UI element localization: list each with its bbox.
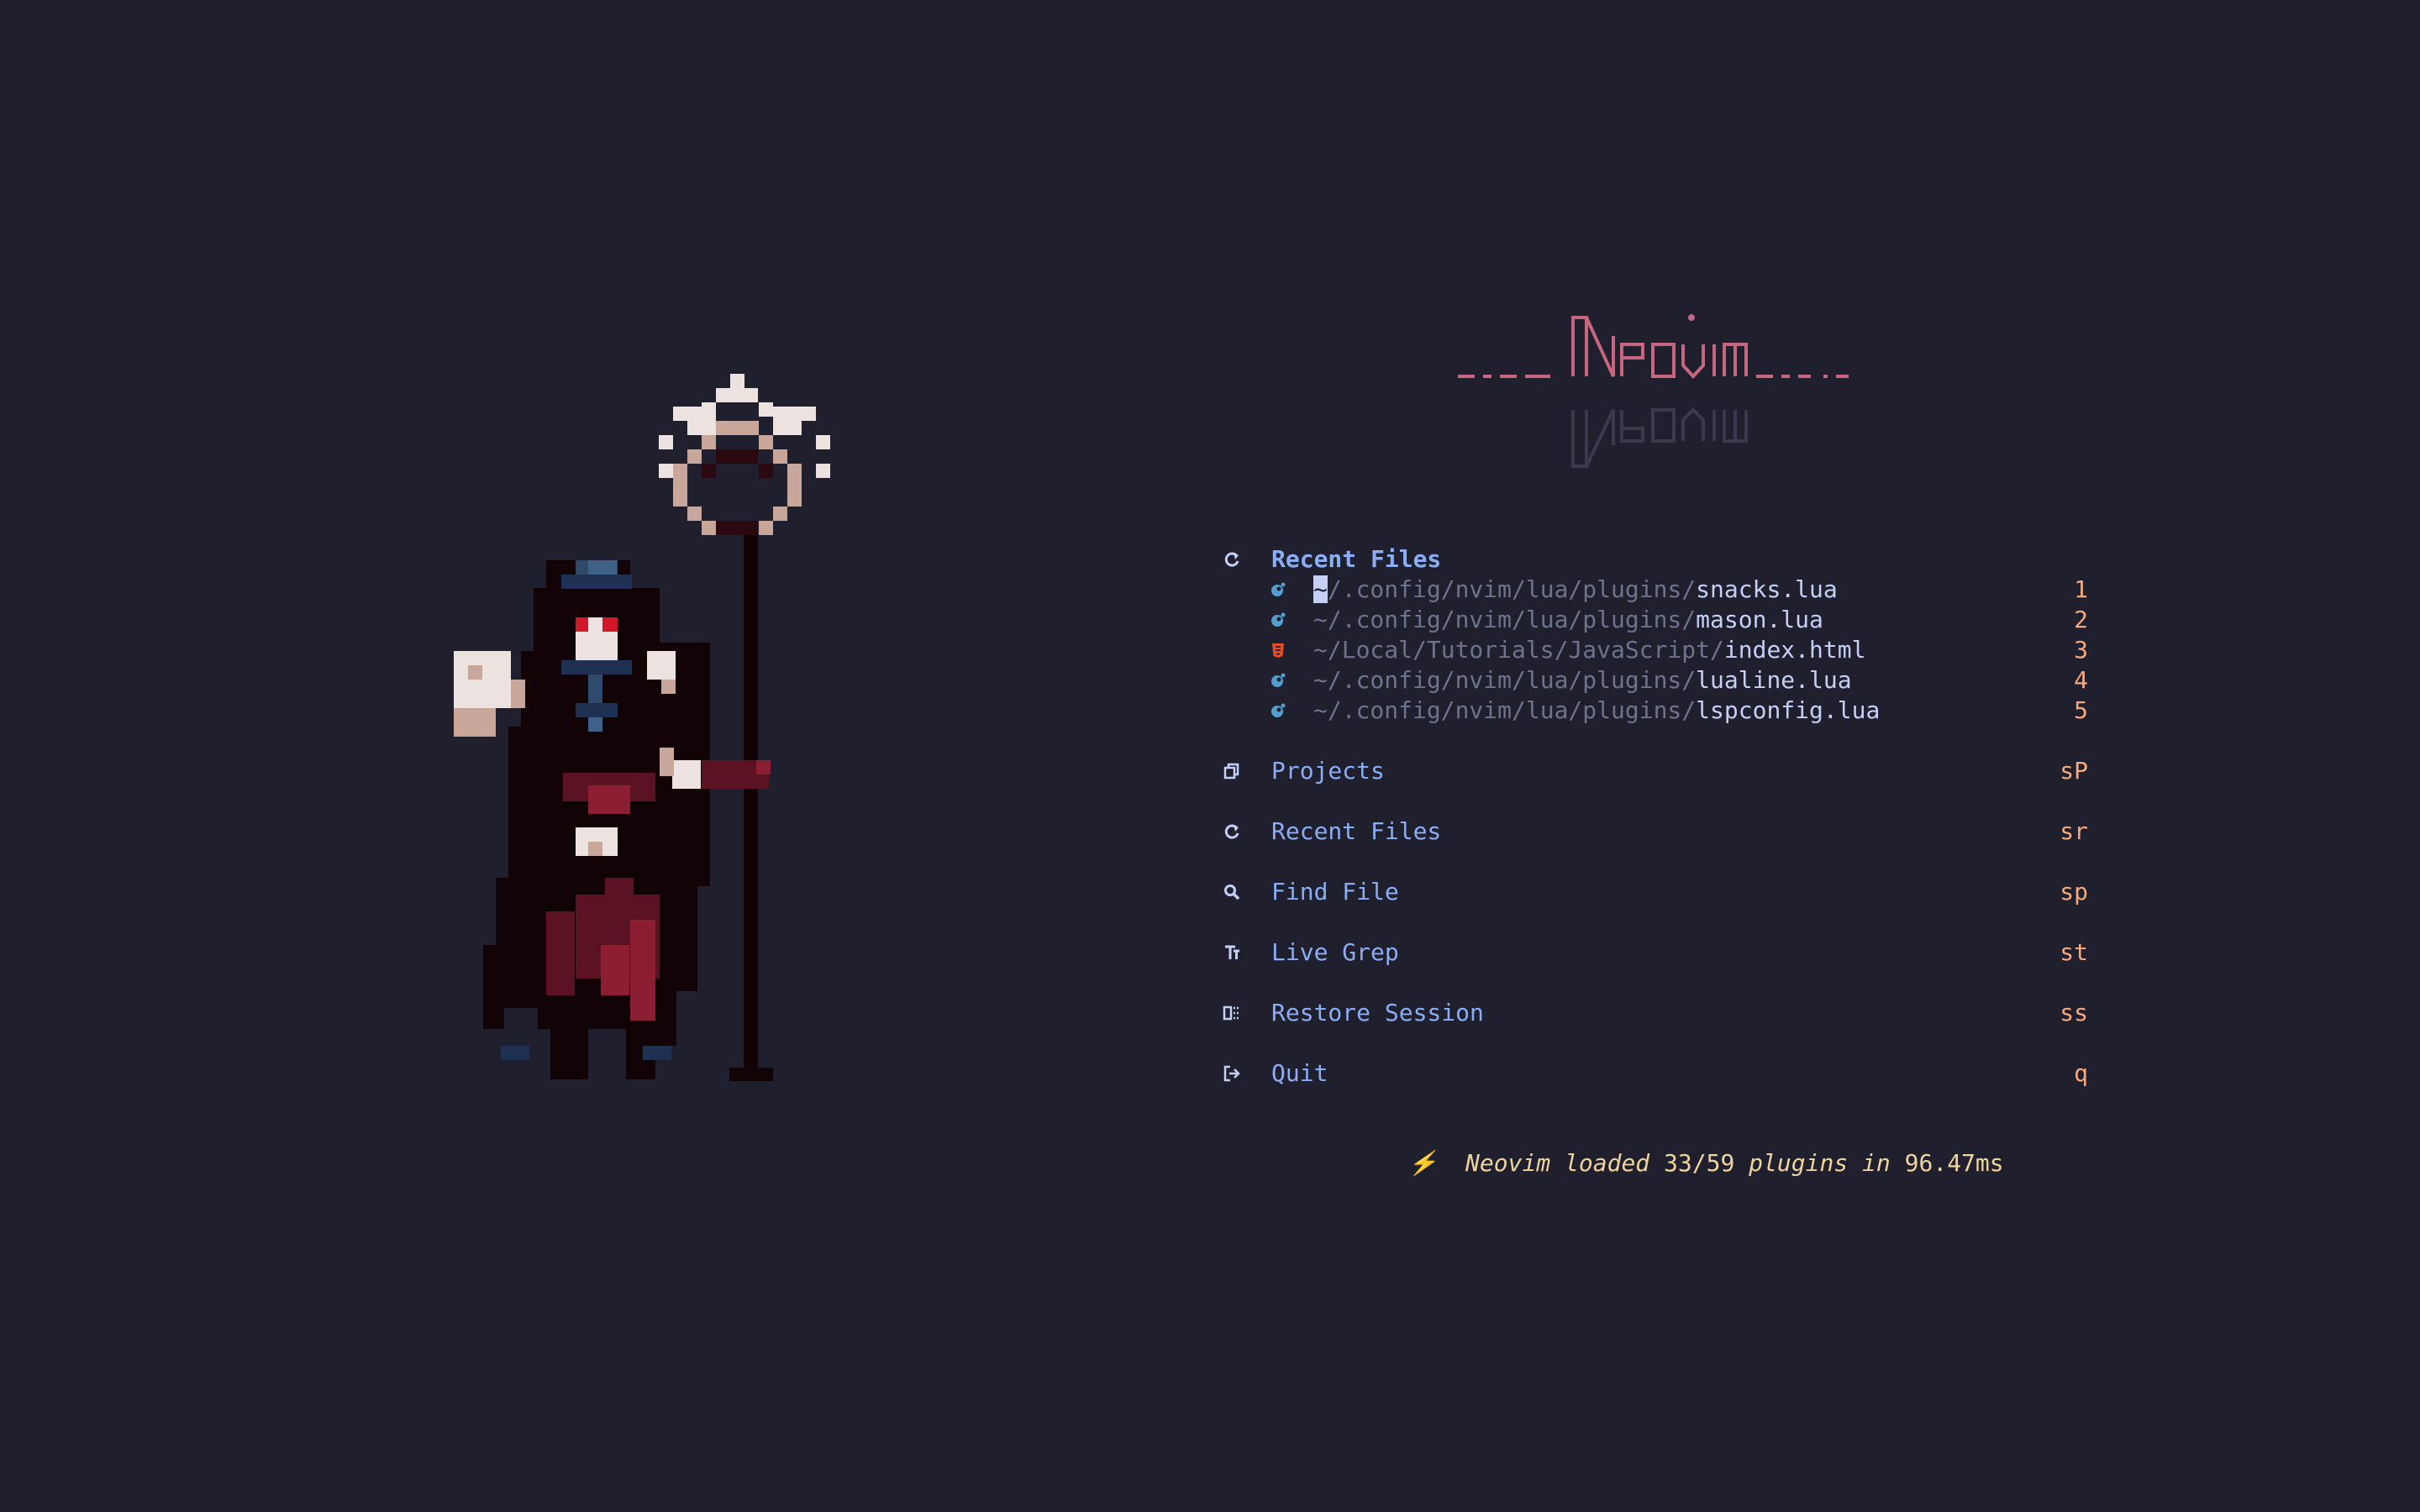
shortcut-key: sr (2060, 817, 2088, 845)
action-label: Restore Session (1271, 999, 1484, 1026)
action-label: Find File (1271, 878, 1399, 906)
shortcut-key: ss (2060, 999, 2088, 1026)
file-prefix: ~/Local/Tutorials/JavaScript/ (1313, 636, 1724, 664)
dashboard-menu: Recent Files ~/.config/nvim/lua/plugins/… (1223, 544, 2088, 1089)
file-name: lualine.lua (1696, 666, 1852, 694)
lua-icon (1270, 665, 1286, 696)
recent-file-item[interactable]: ~/.config/nvim/lua/plugins/lualine.lua 4 (1223, 665, 2088, 696)
action-label: Live Grep (1271, 938, 1399, 966)
shortcut-key: sP (2060, 757, 2088, 785)
startup-time: 96.47ms (1904, 1149, 2004, 1177)
file-name: index.html (1723, 636, 1866, 664)
refresh-icon (1223, 816, 1241, 847)
recent-file-item[interactable]: ~/.config/nvim/lua/plugins/mason.lua 2 (1223, 605, 2088, 635)
pixel-art-reaper (420, 374, 874, 1130)
action-quit[interactable]: Quit q (1223, 1058, 2088, 1089)
neovim-logo (1454, 302, 1857, 487)
refresh-icon (1223, 544, 1241, 575)
recent-file-item[interactable]: ~/Local/Tutorials/JavaScript/index.html … (1223, 635, 2088, 665)
shortcut-key: 4 (2074, 666, 2088, 694)
lightning-icon: ⚡ (1407, 1149, 1466, 1177)
text-cursor: ~ (1313, 575, 1328, 603)
recent-file-item[interactable]: ~/.config/nvim/lua/plugins/snacks.lua 1 (1223, 575, 2088, 605)
footer-middle: plugins in (1734, 1149, 1905, 1177)
shortcut-key: 5 (2074, 696, 2088, 724)
action-label: Recent Files (1271, 817, 1442, 845)
shortcut-key: 2 (2074, 606, 2088, 633)
neovim-logo-art (1458, 314, 1849, 468)
action-restore-session[interactable]: Restore Session ss (1223, 998, 2088, 1028)
shortcut-key: q (2074, 1059, 2088, 1087)
file-prefix: ~/.config/nvim/lua/plugins/ (1313, 606, 1697, 633)
html5-icon (1270, 635, 1286, 665)
startup-stats: ⚡ Neovim loaded 33/59 plugins in 96.47ms (1351, 1118, 2003, 1177)
shortcut-key: st (2060, 938, 2088, 966)
lua-icon (1270, 605, 1286, 635)
footer-prefix: Neovim loaded (1465, 1149, 1665, 1177)
text-icon (1223, 937, 1241, 968)
recent-files-title: Recent Files (1271, 545, 1442, 573)
session-icon (1223, 998, 1241, 1028)
file-prefix: ~/.config/nvim/lua/plugins/ (1313, 696, 1697, 724)
action-recent-files[interactable]: Recent Files sr (1223, 816, 2088, 847)
file-prefix: ~/.config/nvim/lua/plugins/ (1313, 666, 1697, 694)
copy-icon (1223, 756, 1241, 786)
reaper-art (454, 374, 830, 1081)
file-name: mason.lua (1696, 606, 1823, 633)
recent-file-item[interactable]: ~/.config/nvim/lua/plugins/lspconfig.lua… (1223, 696, 2088, 726)
action-find-file[interactable]: Find File sp (1223, 877, 2088, 907)
plugins-loaded-count: 33/59 (1664, 1149, 1735, 1177)
recent-files-header: Recent Files (1223, 544, 2088, 575)
lua-icon (1270, 696, 1286, 726)
shortcut-key: 3 (2074, 636, 2088, 664)
crescent-mark (1688, 314, 1695, 321)
shortcut-key: sp (2060, 878, 2088, 906)
file-prefix: /.config/nvim/lua/plugins/ (1327, 575, 1697, 603)
neovim-dashboard: Recent Files ~/.config/nvim/lua/plugins/… (0, 0, 2420, 1512)
exit-icon (1223, 1058, 1241, 1089)
search-icon (1223, 877, 1241, 907)
shortcut-key: 1 (2074, 575, 2088, 603)
lua-icon (1270, 575, 1286, 605)
action-projects[interactable]: Projects sP (1223, 756, 2088, 786)
action-live-grep[interactable]: Live Grep st (1223, 937, 2088, 968)
file-name: snacks.lua (1696, 575, 1838, 603)
action-label: Quit (1271, 1059, 1328, 1087)
action-label: Projects (1271, 757, 1385, 785)
file-name: lspconfig.lua (1696, 696, 1881, 724)
